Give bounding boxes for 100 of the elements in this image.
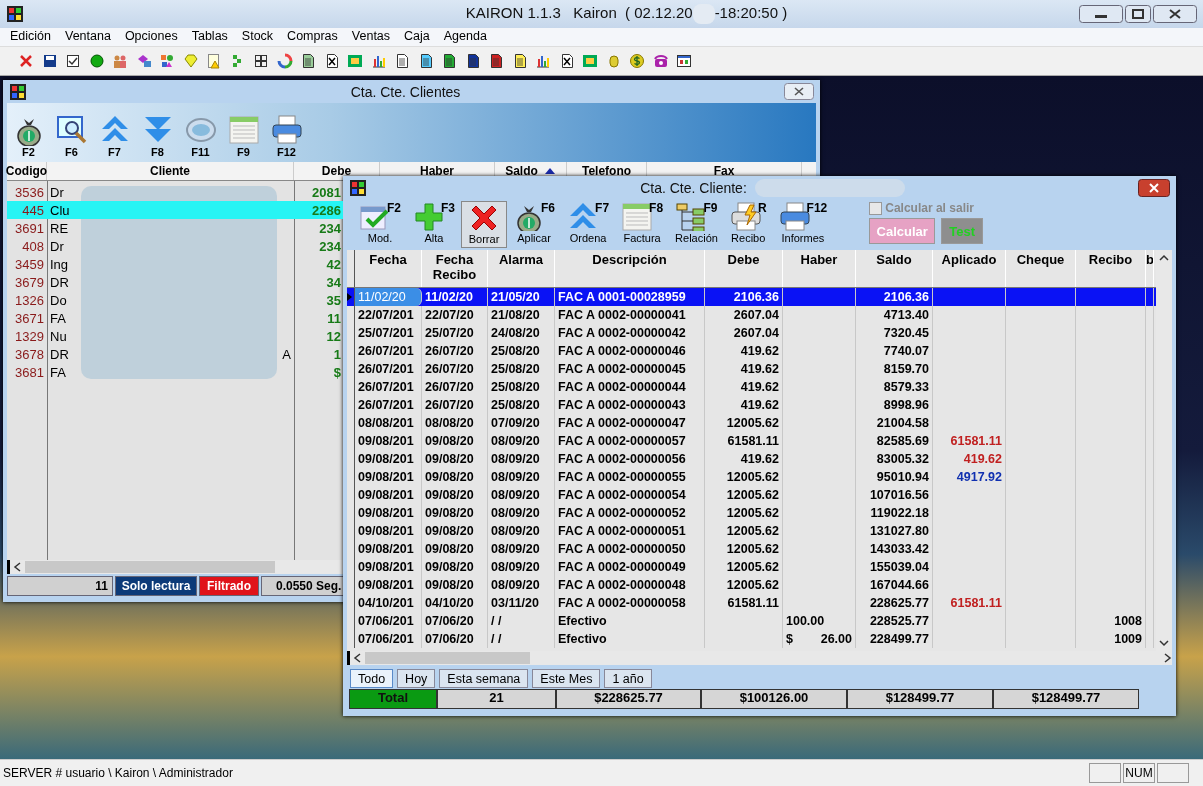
toolbar-button[interactable]: F8	[141, 114, 174, 158]
document-icon[interactable]	[441, 53, 457, 69]
total-cell: $100126.00	[701, 689, 847, 709]
horizontal-scrollbar[interactable]	[347, 651, 1172, 665]
table-cell: 26/07/20	[425, 380, 474, 394]
toolbar-button[interactable]: F9 Relación	[669, 201, 724, 246]
toolbar-button[interactable]: F7	[98, 114, 131, 158]
document-warning-icon[interactable]	[206, 53, 222, 69]
selected-row[interactable]: 11/02/20 11/02/20 21/05/20 FAC A 0001-00028959 2106.36 2106.36	[347, 288, 1156, 306]
cycle-icon[interactable]	[276, 53, 293, 69]
menu-item[interactable]: Ventas	[344, 28, 398, 46]
table-cell: 08/09/20	[491, 452, 540, 466]
toolbar-button[interactable]: F3 Alta	[407, 201, 462, 246]
filter-tab[interactable]: 1 año	[604, 669, 652, 688]
toolbar-button[interactable]: F12	[270, 114, 303, 158]
menu-item[interactable]: Agenda	[436, 28, 494, 46]
bar-chart-icon[interactable]	[370, 53, 387, 69]
scroll-thumb[interactable]	[365, 652, 530, 664]
filter-tab[interactable]: Todo	[350, 669, 394, 688]
checkbox-icon[interactable]	[65, 53, 81, 69]
toolbar-button[interactable]: F12 Informes	[772, 201, 834, 246]
window-icon[interactable]	[676, 53, 692, 69]
maximize-icon[interactable]	[1125, 5, 1151, 23]
menu-item[interactable]: Compras	[280, 28, 345, 46]
table-cell: 21004.58	[876, 416, 929, 430]
column-header[interactable]: Recibo	[1076, 250, 1146, 287]
menu-item[interactable]: Opciones	[117, 28, 185, 46]
column-header[interactable]: Haber	[783, 250, 856, 287]
table-cell: 09/08/201	[358, 434, 414, 448]
column-header[interactable]: Descripción	[555, 250, 705, 287]
document-icon[interactable]	[394, 53, 410, 69]
table-cell: 419.62	[740, 398, 779, 412]
table-cell: Clu	[50, 202, 70, 218]
document-icon[interactable]	[488, 53, 504, 69]
column-header[interactable]: Aplicado	[933, 250, 1006, 287]
money-icon[interactable]	[347, 53, 363, 69]
table-cell: 2106.36	[883, 290, 929, 304]
close-icon[interactable]	[1153, 5, 1197, 23]
toolbar-button[interactable]: R Recibo	[723, 201, 773, 246]
table-cell: 07/06/201	[358, 632, 414, 646]
toolbar-button[interactable]: F6 Aplicar	[507, 201, 562, 246]
close-icon[interactable]	[784, 83, 814, 100]
menu-item[interactable]: Tablas	[184, 28, 235, 46]
selected-row[interactable]: 445 Clu 2286	[7, 201, 343, 219]
scroll-down-icon[interactable]	[1159, 639, 1169, 647]
column-header[interactable]: Fecha	[355, 250, 422, 287]
scroll-left-icon[interactable]	[353, 653, 363, 663]
table-cell: 1009	[1114, 632, 1142, 646]
scroll-thumb[interactable]	[25, 561, 275, 573]
app-logo-icon	[6, 5, 24, 23]
toolbar-button[interactable]: F2	[12, 114, 45, 158]
filter-tab[interactable]: Este Mes	[532, 669, 601, 688]
column-header[interactable]: Cheque	[1006, 250, 1076, 287]
column-header[interactable]: Codigo	[7, 162, 47, 180]
table-cell: 24/08/20	[491, 326, 540, 340]
table-cell: 09/08/20	[425, 506, 474, 520]
scroll-up-icon[interactable]	[1159, 254, 1169, 262]
coin-icon[interactable]	[629, 53, 645, 69]
table-cell: 12005.62	[726, 470, 779, 484]
filter-tab[interactable]: Hoy	[397, 669, 436, 688]
column-header[interactable]: Cliente	[47, 162, 294, 180]
people-icon[interactable]	[112, 53, 128, 69]
column-header[interactable]: b	[1146, 250, 1154, 287]
menu-item[interactable]: Ventana	[58, 28, 118, 46]
toolbar-button[interactable]: F11	[184, 114, 217, 158]
diamond-icon[interactable]	[182, 53, 199, 69]
table-cell: 21/08/20	[491, 308, 540, 322]
toolbar-button[interactable]: F7 Ordena	[561, 201, 616, 246]
toolbar-button[interactable]: F9	[227, 114, 260, 158]
minimize-icon[interactable]	[1079, 5, 1123, 23]
table-cell: 419.62	[740, 362, 779, 376]
telephone-icon[interactable]	[652, 53, 669, 69]
menu-item[interactable]: Caja	[397, 28, 437, 46]
table-cell-text: 1329	[14, 327, 45, 345]
bar-chart-icon[interactable]	[535, 53, 551, 69]
table-cell-text: 234	[318, 219, 342, 237]
document-icon[interactable]	[300, 53, 316, 69]
toolbar-button[interactable]: F6	[55, 114, 88, 158]
circle-icon[interactable]	[88, 53, 105, 69]
filter-tab[interactable]: Esta semana	[439, 669, 529, 688]
menu-item[interactable]: Edición	[3, 28, 58, 46]
table-cell: Efectivo	[558, 614, 607, 628]
table-cell-text: 3679	[14, 273, 45, 291]
menu-item[interactable]: Stock	[234, 28, 281, 46]
toolbar-button[interactable]: F2 Mod.	[353, 201, 407, 246]
scroll-right-icon[interactable]	[1162, 653, 1172, 663]
toolbar-button[interactable]: F8 Factura	[615, 201, 670, 246]
column-header[interactable]: Alarma	[488, 250, 555, 287]
shapes-icon[interactable]	[159, 53, 175, 69]
column-header[interactable]: Fecha Recibo	[422, 250, 488, 287]
scroll-left-icon[interactable]	[13, 562, 23, 572]
horizontal-scrollbar[interactable]	[7, 560, 343, 574]
column-header[interactable]: Debe	[705, 250, 783, 287]
close-icon[interactable]	[1138, 178, 1170, 197]
table-cell: 143033.42	[869, 542, 929, 556]
money-icon[interactable]	[582, 53, 598, 69]
grid-icon[interactable]	[253, 53, 269, 69]
toolbar-button[interactable]: Borrar	[461, 201, 508, 248]
column-header[interactable]: Saldo	[856, 250, 933, 287]
table-cell: 26/07/201	[358, 398, 414, 412]
